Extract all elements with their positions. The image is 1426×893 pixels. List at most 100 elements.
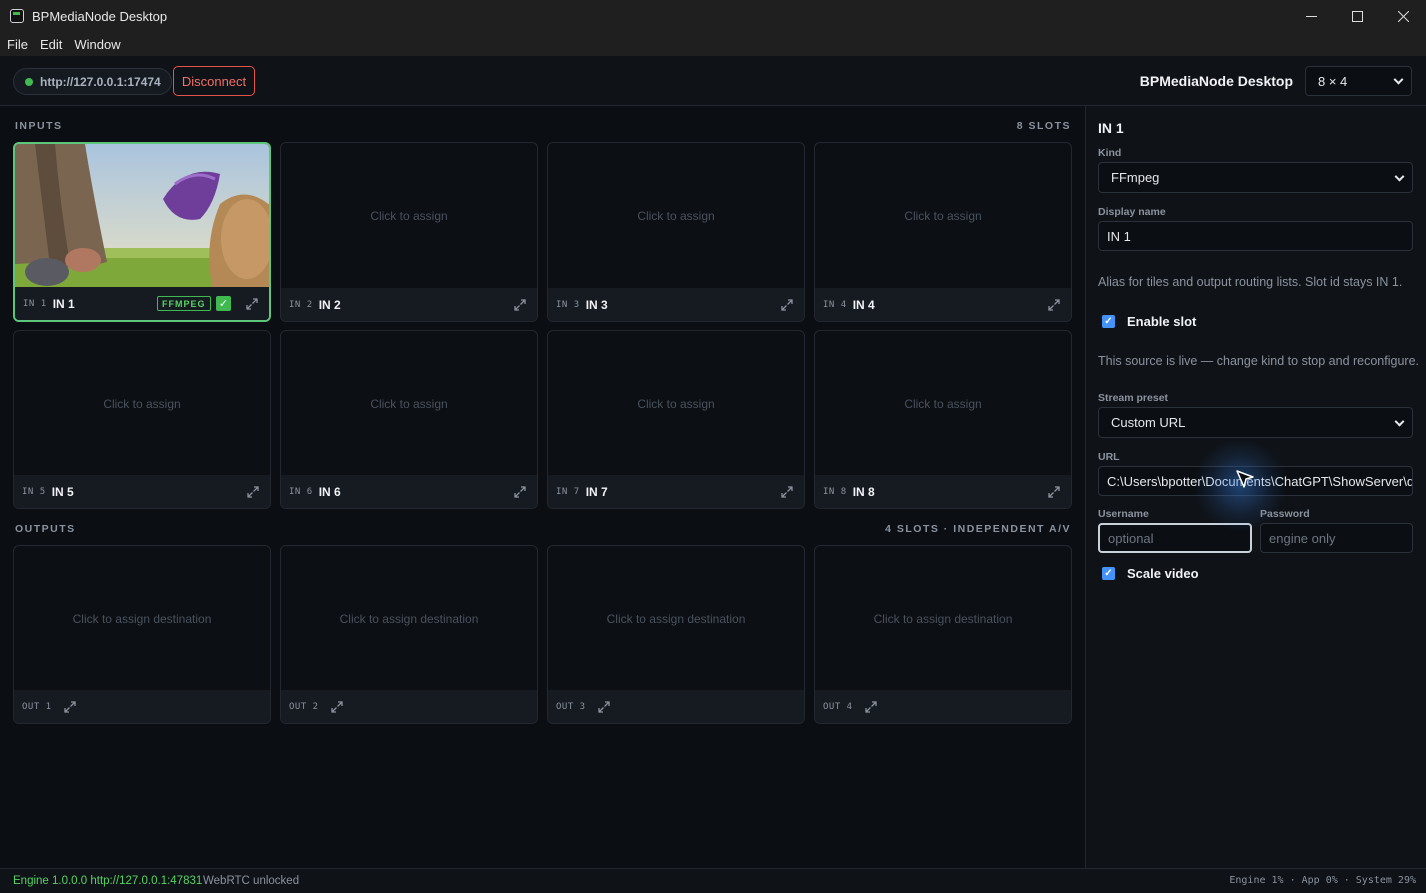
outputs-heading: OUTPUTS: [15, 523, 76, 535]
empty-slot-prompt: Click to assign: [904, 397, 982, 411]
tile-footer: IN 2 IN 2: [281, 288, 537, 321]
checkbox-checked-icon: ✓: [1102, 315, 1115, 328]
input-tile-6[interactable]: Click to assign IN 6 IN 6: [280, 330, 538, 509]
password-label: Password: [1260, 508, 1310, 520]
toolbar: http://127.0.0.1:17474 Disconnect BPMedi…: [0, 56, 1426, 106]
display-name-value: IN 1: [1107, 228, 1131, 244]
input-tile-7[interactable]: Click to assign IN 7 IN 7: [547, 330, 805, 509]
app-icon: [10, 9, 24, 23]
expand-icon[interactable]: [246, 298, 258, 310]
tile-footer: OUT 3: [548, 690, 804, 723]
slot-id: OUT 4: [823, 701, 853, 712]
output-tile-1[interactable]: Click to assign destination OUT 1: [13, 545, 271, 724]
output-tile-4[interactable]: Click to assign destination OUT 4: [814, 545, 1072, 724]
connected-dot-icon: [25, 77, 33, 86]
expand-icon[interactable]: [1048, 486, 1060, 498]
title-bar: BPMediaNode Desktop: [0, 0, 1426, 32]
slot-id: IN 6: [289, 486, 313, 497]
empty-destination-prompt: Click to assign destination: [873, 612, 1013, 626]
app-title-label: BPMediaNode Desktop: [1139, 73, 1293, 89]
input-tile-3[interactable]: Click to assign IN 3 IN 3: [547, 142, 805, 322]
menu-window[interactable]: Window: [74, 37, 120, 52]
expand-icon[interactable]: [247, 486, 259, 498]
url-label: URL: [1098, 451, 1120, 463]
tile-footer: OUT 2: [281, 690, 537, 723]
slot-name: IN 7: [585, 484, 608, 499]
empty-slot-prompt: Click to assign: [637, 397, 715, 411]
password-input[interactable]: engine only: [1260, 523, 1413, 553]
disconnect-button[interactable]: Disconnect: [173, 66, 255, 96]
checkbox-checked-icon: ✓: [1102, 567, 1115, 580]
stream-preset-select[interactable]: Custom URL: [1098, 407, 1413, 438]
expand-icon[interactable]: [864, 700, 877, 713]
input-tile-4[interactable]: Click to assign IN 4 IN 4: [814, 142, 1072, 322]
expand-icon[interactable]: [781, 486, 793, 498]
empty-destination-prompt: Click to assign destination: [339, 612, 479, 626]
chevron-down-icon: [1394, 171, 1405, 182]
slot-name: IN 6: [318, 484, 341, 499]
slot-id: IN 1: [23, 298, 47, 309]
webrtc-status: WebRTC unlocked: [203, 875, 300, 887]
server-url: http://127.0.0.1:17474: [40, 74, 161, 89]
username-label: Username: [1098, 508, 1149, 520]
empty-slot-prompt: Click to assign: [103, 397, 181, 411]
expand-icon[interactable]: [514, 486, 526, 498]
expand-icon[interactable]: [330, 700, 343, 713]
tile-footer: IN 8 IN 8: [815, 475, 1071, 508]
slot-id: IN 4: [823, 299, 847, 310]
source-kind-badge: FFMPEG: [157, 296, 211, 311]
input-tile-8[interactable]: Click to assign IN 8 IN 8: [814, 330, 1072, 509]
live-check-icon: ✓: [216, 296, 231, 311]
kind-select[interactable]: FFmpeg: [1098, 162, 1413, 193]
slot-id: OUT 1: [22, 701, 52, 712]
tile-footer: IN 4 IN 4: [815, 288, 1071, 321]
expand-icon[interactable]: [597, 700, 610, 713]
empty-destination-prompt: Click to assign destination: [72, 612, 212, 626]
expand-icon[interactable]: [514, 299, 526, 311]
resource-metrics: Engine 1% · App 0% · System 29%: [1229, 875, 1416, 886]
scale-video-label: Scale video: [1127, 566, 1199, 581]
layout-select[interactable]: 8 × 4: [1305, 66, 1412, 96]
chevron-down-icon: [1393, 74, 1404, 85]
empty-destination-prompt: Click to assign destination: [606, 612, 746, 626]
scale-video-checkbox[interactable]: ✓ Scale video: [1102, 566, 1199, 581]
expand-icon[interactable]: [63, 700, 76, 713]
menu-bar: File Edit Window: [0, 32, 1426, 56]
empty-slot-prompt: Click to assign: [370, 397, 448, 411]
display-name-input[interactable]: IN 1: [1098, 221, 1413, 251]
status-bar: Engine 1.0.0.0 http://127.0.0.1:47831 We…: [0, 868, 1426, 893]
username-input[interactable]: optional: [1098, 523, 1252, 553]
empty-slot-prompt: Click to assign: [637, 209, 715, 223]
menu-file[interactable]: File: [7, 37, 28, 52]
slot-name: IN 4: [852, 297, 875, 312]
expand-icon[interactable]: [1048, 299, 1060, 311]
live-help-text: This source is live — change kind to sto…: [1098, 354, 1420, 368]
inspector-title: IN 1: [1098, 120, 1124, 136]
input-tile-5[interactable]: Click to assign IN 5 IN 5: [13, 330, 271, 509]
slot-id: IN 8: [823, 486, 847, 497]
output-tile-2[interactable]: Click to assign destination OUT 2: [280, 545, 538, 724]
slot-id: OUT 3: [556, 701, 586, 712]
expand-icon[interactable]: [781, 299, 793, 311]
slot-id: OUT 2: [289, 701, 319, 712]
close-button[interactable]: [1380, 0, 1426, 32]
slot-name: IN 1: [52, 296, 75, 311]
minimize-button[interactable]: [1288, 0, 1334, 32]
menu-edit[interactable]: Edit: [40, 37, 62, 52]
url-value: C:\Users\bpotter\Documents\ChatGPT\ShowS…: [1107, 473, 1413, 489]
slot-id: IN 5: [22, 486, 46, 497]
output-tile-3[interactable]: Click to assign destination OUT 3: [547, 545, 805, 724]
enable-slot-label: Enable slot: [1127, 314, 1197, 329]
enable-slot-checkbox[interactable]: ✓ Enable slot: [1102, 314, 1196, 329]
slot-id: IN 3: [556, 299, 580, 310]
inputs-heading: INPUTS: [15, 120, 63, 132]
connection-status: http://127.0.0.1:17474: [13, 68, 172, 95]
maximize-button[interactable]: [1334, 0, 1380, 32]
tile-footer: OUT 4: [815, 690, 1071, 723]
minimize-icon: [1305, 15, 1317, 17]
engine-status: Engine 1.0.0.0 http://127.0.0.1:47831: [13, 875, 203, 887]
slot-name: IN 2: [318, 297, 341, 312]
input-tile-1[interactable]: IN 1 IN 1 FFMPEG ✓: [13, 142, 271, 322]
input-tile-2[interactable]: Click to assign IN 2 IN 2: [280, 142, 538, 322]
slot-id: IN 7: [556, 486, 580, 497]
